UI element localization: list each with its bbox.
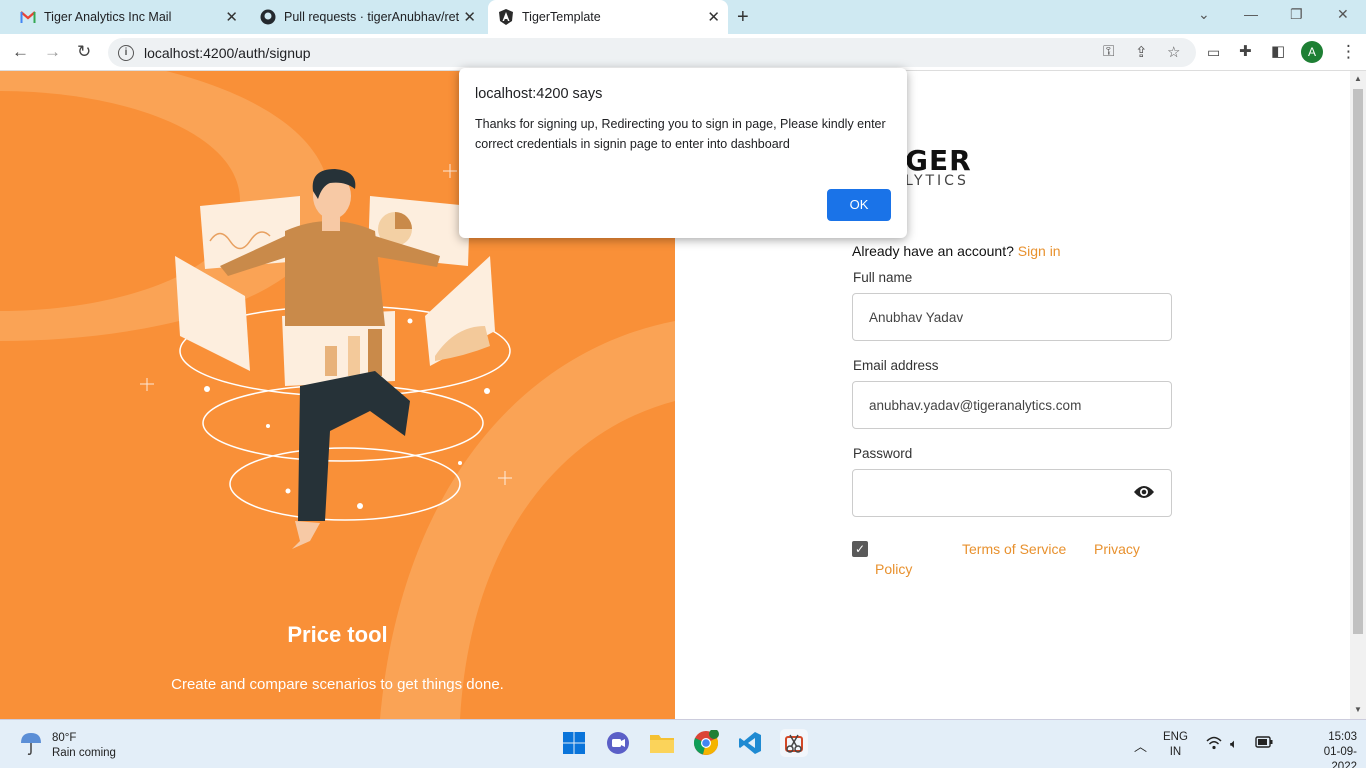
email-label: Email address <box>853 358 939 373</box>
full-name-value: Anubhav Yadav <box>869 309 964 325</box>
battery-icon[interactable] <box>1255 736 1273 751</box>
weather-temperature: 80°F <box>52 731 77 744</box>
alert-dialog: localhost:4200 says Thanks for signing u… <box>459 68 907 238</box>
reload-icon[interactable]: ↻ <box>77 42 91 62</box>
tab-title: TigerTemplate <box>522 10 601 24</box>
terms-of-service-link[interactable]: Terms of Service <box>962 541 1066 557</box>
close-tab-icon[interactable]: ✕ <box>707 8 720 26</box>
clock-time: 15:03 <box>1328 731 1357 743</box>
new-tab-icon[interactable]: + <box>737 6 749 29</box>
full-name-label: Full name <box>853 270 913 285</box>
promo-subtitle: Create and compare scenarios to get thin… <box>171 676 504 693</box>
extensions-icon[interactable]: ✚ <box>1239 42 1252 60</box>
privacy-policy-link[interactable]: Privacy <box>1094 541 1140 557</box>
rain-cloud-icon <box>18 730 44 761</box>
github-icon <box>260 9 276 25</box>
email-input[interactable]: anubhav.yadav@tigeranalytics.com <box>852 381 1172 429</box>
gmail-icon <box>20 9 36 25</box>
sign-in-link[interactable]: Sign in <box>1018 243 1061 259</box>
tab-bar: Tiger Analytics Inc Mail ✕ Pull requests… <box>0 0 1366 34</box>
clock[interactable]: 15:03 01-09-2022 <box>1313 730 1357 768</box>
close-window-icon[interactable]: ✕ <box>1337 6 1349 23</box>
password-input[interactable] <box>852 469 1172 517</box>
chrome-icon[interactable] <box>692 729 720 757</box>
tab-tigertemplate[interactable]: TigerTemplate ✕ <box>488 0 728 34</box>
tab-github[interactable]: Pull requests · tigerAnubhav/reta ✕ <box>250 0 484 34</box>
language-indicator[interactable]: ENG IN <box>1163 730 1188 760</box>
dialog-title: localhost:4200 says <box>475 86 603 102</box>
scroll-up-icon[interactable]: ▲ <box>1354 74 1362 83</box>
clock-date: 01-09-2022 <box>1323 746 1357 768</box>
key-icon[interactable]: ⚿ <box>1103 43 1114 60</box>
angular-icon <box>498 9 514 25</box>
scrollbar-thumb[interactable] <box>1353 89 1363 634</box>
weather-widget[interactable]: 80°F Rain coming <box>18 730 116 761</box>
teams-chat-icon[interactable] <box>604 729 632 757</box>
restore-icon[interactable]: ❐ <box>1290 6 1303 23</box>
privacy-policy-link-cont[interactable]: Policy <box>875 561 912 577</box>
bookmark-star-icon[interactable]: ☆ <box>1167 43 1180 61</box>
ok-button[interactable]: OK <box>827 189 891 221</box>
browser-toolbar: ← → ↻ i localhost:4200/auth/signup ⚿ ⇪ ☆… <box>0 34 1366 71</box>
weather-description: Rain coming <box>52 746 116 759</box>
volume-icon[interactable]: 🔈︎ <box>1230 736 1238 752</box>
tab-search-icon[interactable]: ⌄ <box>1198 6 1210 23</box>
site-info-icon[interactable]: i <box>118 44 134 61</box>
page-scrollbar[interactable]: ▲ ▼ <box>1350 71 1366 719</box>
close-tab-icon[interactable]: ✕ <box>225 8 238 26</box>
share-icon[interactable]: ⇪ <box>1135 43 1148 61</box>
show-hidden-icons-icon[interactable]: ︿ <box>1134 736 1147 755</box>
wifi-icon[interactable] <box>1206 736 1222 753</box>
full-name-input[interactable]: Anubhav Yadav <box>852 293 1172 341</box>
tab-title: Pull requests · tigerAnubhav/reta <box>284 10 459 24</box>
menu-kebab-icon[interactable]: ⋮ <box>1340 42 1357 62</box>
profile-avatar[interactable]: A <box>1301 41 1323 63</box>
file-explorer-icon[interactable] <box>648 729 676 757</box>
minimize-icon[interactable]: — <box>1244 6 1258 22</box>
side-panel-icon[interactable]: ◧ <box>1271 42 1285 60</box>
eye-icon[interactable] <box>1133 484 1155 503</box>
windows-taskbar: 80°F Rain coming ︿ ENG IN 🔈︎ 15:03 01-09… <box>0 719 1366 768</box>
dialog-message: Thanks for signing up, Redirecting you t… <box>475 117 886 151</box>
email-value: anubhav.yadav@tigeranalytics.com <box>869 397 1082 413</box>
scroll-down-icon[interactable]: ▼ <box>1354 705 1362 714</box>
company-logo: GER LYTICS <box>905 144 972 189</box>
cast-icon[interactable]: ▭ <box>1207 44 1220 61</box>
url-text: localhost:4200/auth/signup <box>144 44 311 61</box>
address-bar[interactable]: i localhost:4200/auth/signup ⚿ ⇪ ☆ <box>108 38 1196 67</box>
tab-title: Tiger Analytics Inc Mail <box>44 10 172 24</box>
back-icon[interactable]: ← <box>12 42 29 62</box>
windows-start-icon[interactable] <box>560 729 588 757</box>
already-account-text: Already have an account? Sign in <box>852 243 1061 259</box>
forward-icon[interactable]: → <box>44 42 61 62</box>
terms-checkbox[interactable]: ✓ <box>852 541 868 557</box>
close-tab-icon[interactable]: ✕ <box>463 8 476 26</box>
password-label: Password <box>853 446 913 461</box>
tab-gmail[interactable]: Tiger Analytics Inc Mail ✕ <box>10 0 246 34</box>
snipping-tool-icon[interactable] <box>780 729 808 757</box>
promo-title: Price tool <box>287 622 388 647</box>
vscode-icon[interactable] <box>736 729 764 757</box>
